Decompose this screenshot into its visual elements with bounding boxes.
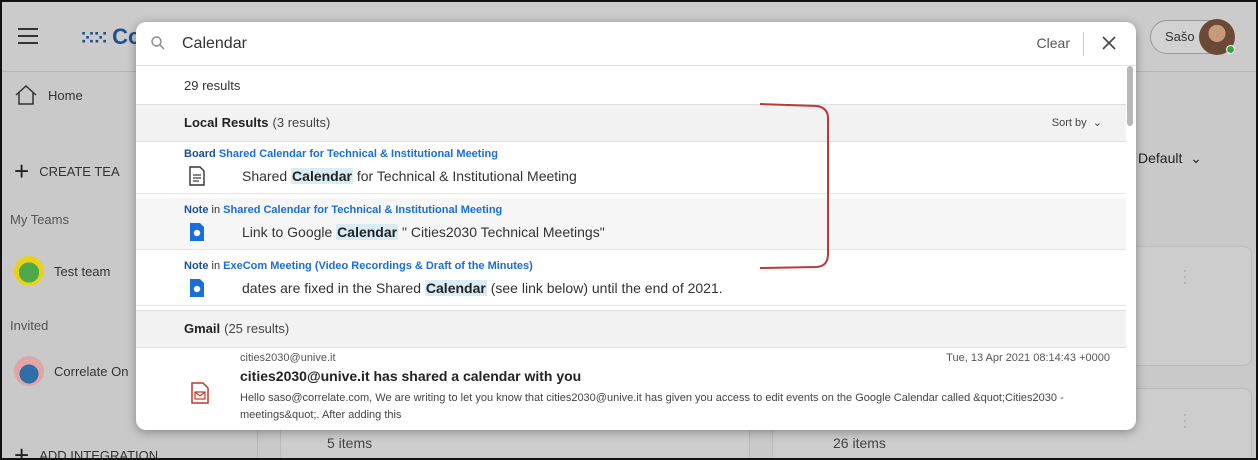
menu-icon[interactable] — [18, 28, 38, 44]
snippet-text: (see link below) until the end of 2021. — [486, 280, 723, 296]
item-count: 26 items — [833, 435, 886, 451]
sidebar-item-label: Correlate On — [54, 363, 129, 379]
email-date: Tue, 13 Apr 2021 08:14:43 +0000 — [946, 352, 1110, 364]
search-icon — [151, 36, 165, 50]
search-results-panel: Clear 29 results Local Results(3 results… — [136, 22, 1136, 430]
search-highlight: Calendar — [291, 168, 353, 184]
gmail-icon — [191, 382, 209, 404]
logo-mark-icon: ⁙⁙ — [80, 28, 108, 48]
list-item[interactable]: Note in Shared Calendar for Technical & … — [136, 198, 1126, 250]
sidebar-item-label: ADD INTEGRATION — [39, 447, 159, 460]
item-count: 5 items — [327, 435, 373, 451]
plus-icon: + — [14, 156, 30, 186]
section-title: Local Results — [184, 115, 269, 130]
note-icon — [190, 223, 204, 241]
divider — [1083, 32, 1084, 56]
sidebar-item-correlate[interactable]: Correlate On — [14, 356, 128, 386]
sidebar-item-home[interactable]: Home — [14, 84, 83, 106]
online-status-icon — [1226, 45, 1235, 54]
sidebar-item-label: Test team — [54, 263, 111, 279]
email-subject: cities2030@unive.it has shared a calenda… — [240, 368, 582, 384]
sort-dropdown-label: Default — [1138, 150, 1183, 166]
result-parent-link[interactable]: ExeCom Meeting (Video Recordings & Draft… — [223, 260, 533, 272]
snippet-text: " Cities2030 Technical Meetings" — [398, 224, 605, 240]
snippet-text: Shared — [242, 168, 292, 184]
search-bar: Clear — [136, 22, 1136, 66]
result-source[interactable]: Note in ExeCom Meeting (Video Recordings… — [184, 260, 533, 272]
sidebar-item-label: Home — [48, 87, 83, 103]
section-label-invited: Invited — [10, 318, 49, 333]
search-highlight: Calendar — [424, 280, 487, 296]
gmail-results-header: Gmail (25 results) — [136, 310, 1126, 348]
chevron-down-icon: ⌄ — [1089, 117, 1102, 129]
snippet-text: dates are fixed in the Shared — [242, 280, 425, 296]
list-item[interactable]: Board Shared Calendar for Technical & In… — [136, 142, 1126, 194]
more-options-icon[interactable]: · · · — [1183, 264, 1187, 288]
user-menu-button[interactable]: Sašo — [1150, 19, 1235, 55]
team-avatar-whale-icon — [14, 356, 44, 386]
section-count: (3 results) — [272, 115, 331, 130]
avatar — [1199, 19, 1235, 55]
email-snippet: Hello saso@correlate.com, We are writing… — [240, 392, 1064, 421]
section-count: (25 results) — [224, 321, 290, 336]
result-type: Note — [184, 260, 209, 272]
sort-by-button[interactable]: Sort by ⌄ — [1052, 105, 1102, 141]
section-title: Gmail — [184, 321, 221, 336]
result-in: in — [211, 204, 221, 216]
clear-button[interactable]: Clear — [1037, 35, 1070, 51]
sidebar-item-add-integration[interactable]: + ADD INTEGRATION — [14, 440, 159, 460]
more-options-icon[interactable]: · · · — [1183, 408, 1187, 432]
app-logo[interactable]: ⁙⁙ Co — [80, 24, 142, 50]
chevron-down-icon: ⌄ — [1186, 150, 1202, 166]
screen-frame: ⁙⁙ Co Sašo Home + CREATE TEA My Teams Tes… — [0, 0, 1258, 460]
result-type: Note — [184, 204, 209, 216]
snippet-text: Link to Google — [242, 224, 337, 240]
result-source[interactable]: Board Shared Calendar for Technical & In… — [184, 148, 498, 160]
list-item[interactable]: Note in ExeCom Meeting (Video Recordings… — [136, 254, 1126, 306]
snippet-text: for Technical & Institutional Meeting — [352, 168, 577, 184]
result-snippet: Link to Google Calendar " Cities2030 Tec… — [242, 224, 605, 240]
result-count: 29 results — [184, 78, 241, 93]
result-source[interactable]: Note in Shared Calendar for Technical & … — [184, 204, 502, 216]
sidebar-item-create-team[interactable]: + CREATE TEA — [14, 158, 120, 184]
email-sender: cities2030@unive.it — [240, 352, 336, 364]
plus-icon: + — [14, 440, 30, 460]
result-snippet: dates are fixed in the Shared Calendar (… — [242, 280, 723, 296]
user-name: Sašo — [1165, 29, 1195, 44]
result-parent-link[interactable]: Shared Calendar for Technical & Institut… — [223, 204, 502, 216]
result-in: in — [211, 260, 221, 272]
section-label-my-teams: My Teams — [10, 212, 69, 227]
search-highlight: Calendar — [336, 224, 399, 240]
result-type: Board — [184, 148, 216, 160]
close-icon[interactable] — [1100, 34, 1118, 52]
home-icon — [15, 84, 37, 105]
result-parent-link[interactable]: Shared Calendar for Technical & Institut… — [219, 148, 498, 160]
email-list-item[interactable]: cities2030@unive.it Tue, 13 Apr 2021 08:… — [136, 346, 1126, 430]
search-input[interactable] — [182, 31, 1002, 57]
local-results-header: Local Results (3 results) Sort by ⌄ — [136, 104, 1126, 142]
team-avatar-frog-icon — [14, 256, 44, 286]
note-icon — [190, 279, 204, 297]
sidebar-item-label: CREATE TEA — [39, 163, 120, 179]
sort-dropdown[interactable]: Default ⌄ — [1138, 150, 1202, 167]
sort-by-label: Sort by — [1051, 117, 1087, 129]
document-icon — [189, 166, 205, 186]
sidebar-item-test-team[interactable]: Test team — [14, 256, 110, 286]
result-snippet: Shared Calendar for Technical & Institut… — [242, 168, 577, 184]
